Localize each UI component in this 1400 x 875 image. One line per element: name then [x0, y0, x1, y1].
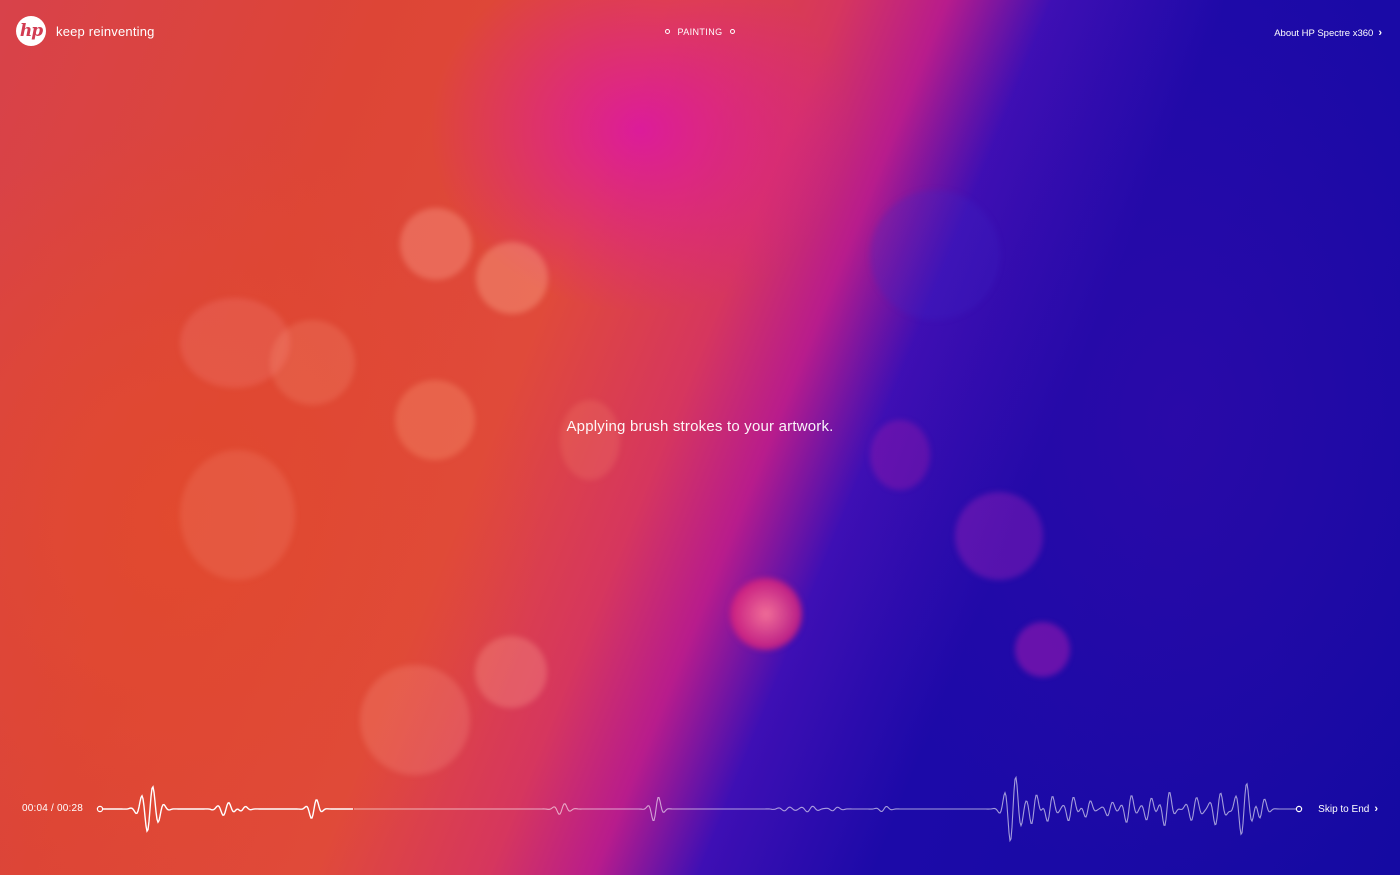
bokeh-light	[1015, 622, 1070, 677]
about-link[interactable]: About HP Spectre x360 ›	[1274, 27, 1382, 39]
section-label: PAINTING	[677, 27, 723, 37]
audio-waveform-scrubber[interactable]	[0, 760, 1400, 850]
chevron-right-icon: ›	[1378, 27, 1382, 39]
waveform-remaining	[354, 775, 1296, 843]
background-artwork	[0, 0, 1400, 875]
about-link-label: About HP Spectre x360	[1274, 28, 1374, 39]
bokeh-light	[400, 208, 472, 280]
status-message: Applying brush strokes to your artwork.	[566, 418, 834, 435]
skip-label: Skip to End	[1318, 804, 1370, 815]
waveform-start-handle[interactable]	[96, 805, 104, 813]
bokeh-light	[730, 578, 802, 650]
skip-to-end-button[interactable]: Skip to End ›	[1318, 803, 1378, 815]
bokeh-light	[180, 298, 290, 388]
bokeh-light	[475, 636, 547, 708]
bokeh-light	[476, 242, 548, 314]
section-indicator: PAINTING	[0, 27, 1400, 37]
bokeh-light	[955, 492, 1043, 580]
waveform-end-handle[interactable]	[1295, 805, 1303, 813]
bokeh-light	[870, 190, 1000, 320]
bokeh-light	[560, 400, 620, 480]
chevron-right-icon: ›	[1374, 803, 1378, 815]
top-bar: hp keep reinventing PAINTING About HP Sp…	[0, 0, 1400, 64]
dot-right-icon	[729, 29, 735, 35]
dot-left-icon	[665, 29, 671, 35]
bokeh-light	[270, 320, 355, 405]
bokeh-light	[180, 450, 295, 580]
waveform-played	[103, 785, 353, 833]
bokeh-light	[360, 665, 470, 775]
